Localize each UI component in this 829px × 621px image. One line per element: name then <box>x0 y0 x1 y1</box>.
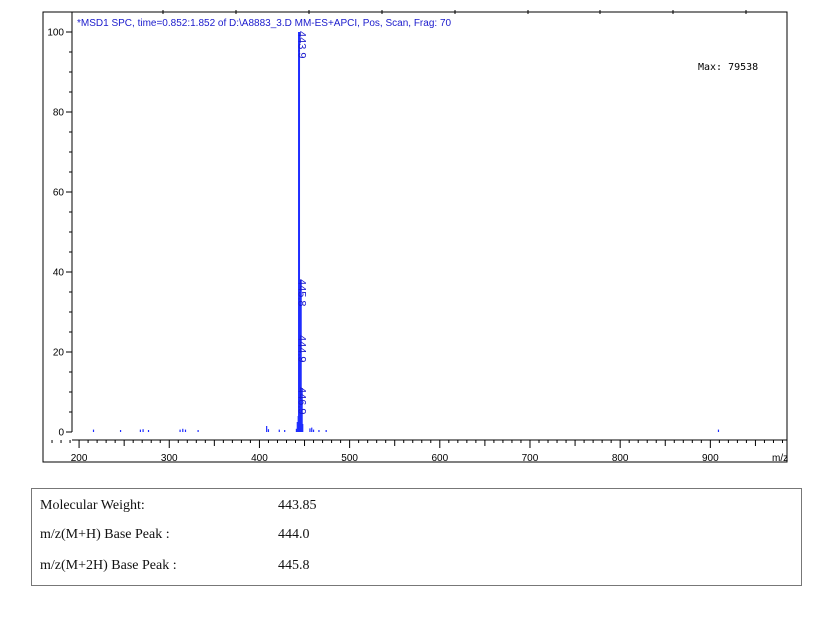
info-value: 444.0 <box>278 527 310 542</box>
y-tick-label: 0 <box>58 428 64 439</box>
y-tick-label: 40 <box>53 268 65 279</box>
spectrum-peak <box>266 426 268 432</box>
x-tick-label: 300 <box>161 453 178 464</box>
spectrum-peak <box>717 429 720 432</box>
spectrum-peak <box>119 430 122 432</box>
info-value: 443.85 <box>278 498 317 513</box>
plot-frame <box>42 11 788 463</box>
spectrum-peak <box>267 429 270 432</box>
spectrum-peak <box>318 430 320 432</box>
spectrum-peaks <box>92 32 720 432</box>
x-tick-label: 500 <box>341 453 358 464</box>
x-tick-label: 800 <box>612 453 629 464</box>
spectrum-peak <box>311 427 313 432</box>
spectrum-peak <box>325 430 327 432</box>
x-tick-label: 600 <box>431 453 448 464</box>
peak-label: 445.8 <box>296 279 308 307</box>
peak-label: 446.9 <box>296 387 308 415</box>
peak-labels: 443.9 445.8 444.9 446.9 <box>296 31 308 415</box>
x-tick-label: 900 <box>702 453 719 464</box>
y-tick-label: 80 <box>53 108 65 119</box>
spectrum-peak <box>142 429 144 432</box>
info-value: 445.8 <box>278 558 310 573</box>
peak-label: 443.9 <box>296 31 308 59</box>
spectrum-peak <box>197 430 199 432</box>
spectrum-peak <box>184 429 187 432</box>
spectrum-peak <box>179 429 181 432</box>
spectrum-svg: *MSD1 SPC, time=0.852:1.852 of D:\A8883_… <box>42 10 788 464</box>
x-tick-label: 700 <box>522 453 539 464</box>
spectrum-peak <box>302 424 304 432</box>
max-intensity-label: Max: 79538 <box>698 62 758 73</box>
x-axis-label: m/z <box>772 453 788 464</box>
spectrum-peak <box>312 429 315 432</box>
x-tick-label: 400 <box>251 453 268 464</box>
y-tick-label: 60 <box>53 188 65 199</box>
spectrum-peak <box>284 430 286 432</box>
y-axis: 0 20 40 60 80 100 <box>47 12 73 439</box>
y-tick-label: 20 <box>53 348 65 359</box>
spectrum-peak <box>182 428 184 432</box>
peak-label: 444.9 <box>296 335 308 363</box>
spectrum-peak <box>92 429 95 432</box>
spectrum-chart: *MSD1 SPC, time=0.852:1.852 of D:\A8883_… <box>0 0 829 470</box>
spectrum-peak <box>309 428 311 432</box>
spectrum-header: *MSD1 SPC, time=0.852:1.852 of D:\A8883_… <box>77 18 452 29</box>
info-label: m/z(M+2H) Base Peak : <box>40 558 177 573</box>
info-label: Molecular Weight: <box>40 498 145 513</box>
x-axis: 200 300 400 500 600 700 800 900 <box>51 439 787 464</box>
spectrum-peak <box>278 429 280 432</box>
info-label: m/z(M+H) Base Peak : <box>40 527 170 542</box>
spectrum-peak <box>139 429 141 432</box>
x-tick-label: 200 <box>71 453 88 464</box>
y-tick-label: 100 <box>47 28 64 39</box>
spectrum-peak <box>147 430 150 432</box>
compound-info-box: Molecular Weight: 443.85 m/z(M+H) Base P… <box>31 488 802 586</box>
